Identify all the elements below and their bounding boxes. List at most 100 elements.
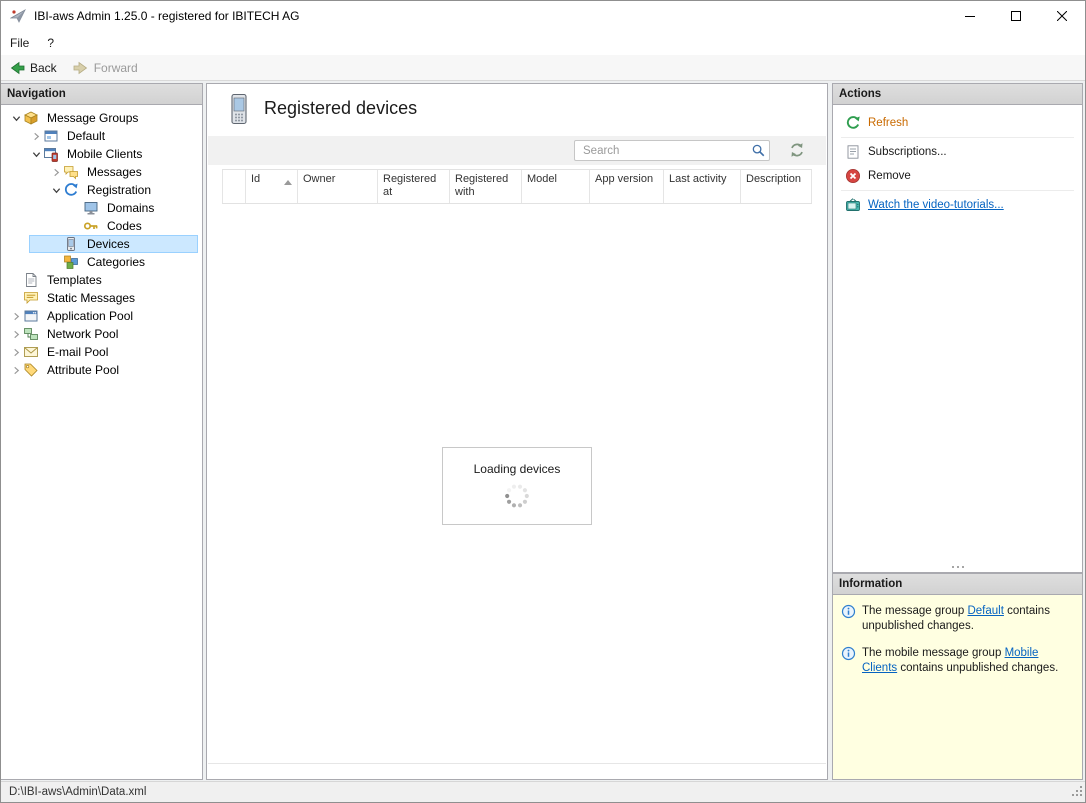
menu-file[interactable]: File	[1, 32, 38, 54]
back-arrow-icon	[10, 61, 25, 74]
default-group-link[interactable]: Default	[967, 605, 1003, 617]
action-remove[interactable]: Remove	[833, 164, 1082, 188]
table-header-owner[interactable]: Owner	[298, 170, 378, 203]
chevron-down-icon[interactable]	[49, 181, 63, 199]
forward-button[interactable]: Forward	[65, 57, 146, 79]
back-label: Back	[30, 60, 57, 75]
tree-item-label: Messages	[87, 165, 142, 179]
maximize-button[interactable]	[993, 1, 1039, 31]
panel-splitter-handle[interactable]	[834, 562, 1081, 571]
page-title: Registered devices	[264, 98, 418, 118]
action-refresh[interactable]: Refresh	[833, 111, 1082, 135]
sort-ascending-icon	[284, 176, 292, 189]
resize-grip-icon[interactable]	[1070, 784, 1083, 800]
loading-text: Loading devices	[473, 462, 561, 476]
tree-item-email-pool[interactable]: E-mail Pool	[1, 343, 202, 361]
information-panel: Information The message group Default co…	[832, 573, 1083, 780]
forward-arrow-icon	[73, 61, 87, 74]
navigation-toolbar: Back Forward	[1, 55, 1085, 81]
search-input[interactable]	[574, 140, 770, 161]
tree-item-devices[interactable]: Devices	[1, 235, 202, 253]
action-video-tutorials[interactable]: Watch the video-tutorials...	[833, 193, 1082, 217]
templates-icon	[23, 272, 39, 288]
tree-item-label: Network Pool	[47, 327, 119, 341]
static-messages-icon	[23, 290, 39, 306]
info-note: The mobile message group Mobile Clients …	[833, 637, 1082, 679]
info-icon	[841, 646, 856, 661]
app-icon	[9, 8, 26, 24]
action-label: Remove	[868, 170, 911, 182]
tree-item-label: Attribute Pool	[47, 363, 120, 377]
loading-spinner-icon	[505, 484, 529, 508]
information-header: Information	[833, 574, 1082, 595]
table-bottom-edge	[208, 763, 826, 764]
email-pool-icon	[23, 344, 39, 360]
tree-item-label: Templates	[47, 273, 102, 287]
subscriptions-icon	[845, 144, 861, 160]
navigation-panel: Navigation Message Groups Default Mobile…	[1, 83, 203, 780]
chevron-down-icon[interactable]	[9, 109, 23, 127]
action-subscriptions[interactable]: Subscriptions...	[833, 140, 1082, 164]
tree-item-templates[interactable]: Templates	[1, 271, 202, 289]
tree-item-label: Domains	[107, 201, 155, 215]
tree-item-mobile-clients[interactable]: Mobile Clients	[1, 145, 202, 163]
search-box	[574, 140, 770, 161]
back-button[interactable]: Back	[1, 57, 65, 79]
tree-item-messages[interactable]: Messages	[1, 163, 202, 181]
categories-icon	[63, 254, 79, 270]
tree-item-domains[interactable]: Domains	[1, 199, 202, 217]
tree-item-label: Categories	[87, 255, 146, 269]
tree-item-static-messages[interactable]: Static Messages	[1, 289, 202, 307]
table-header-last-activity[interactable]: Last activity	[664, 170, 741, 203]
forward-label: Forward	[93, 60, 138, 75]
tree-item-label: Application Pool	[47, 309, 134, 323]
tree-item-label: Mobile Clients	[67, 147, 143, 161]
table-header-registered-with[interactable]: Registered with	[450, 170, 522, 203]
table-header-description[interactable]: Description	[741, 170, 812, 203]
menu-bar: File ?	[1, 31, 1085, 55]
network-pool-icon	[23, 326, 39, 342]
domains-icon	[83, 200, 99, 216]
divider	[841, 137, 1074, 138]
group-icon	[43, 128, 59, 144]
main-header: Registered devices	[207, 84, 827, 136]
table-header-id[interactable]: Id	[246, 170, 298, 203]
navigation-header: Navigation	[1, 84, 202, 105]
minimize-button[interactable]	[947, 1, 993, 31]
message-groups-icon	[23, 110, 39, 126]
chevron-down-icon[interactable]	[29, 145, 43, 163]
tree-item-default[interactable]: Default	[1, 127, 202, 145]
tree-item-codes[interactable]: Codes	[1, 217, 202, 235]
tv-icon	[845, 197, 861, 213]
tree-item-label: Static Messages	[47, 291, 136, 305]
chevron-right-icon[interactable]	[29, 127, 43, 145]
action-label: Refresh	[868, 117, 909, 129]
info-note-text: The mobile message group Mobile Clients …	[862, 647, 1059, 674]
device-icon	[227, 93, 251, 130]
tree-item-application-pool[interactable]: Application Pool	[1, 307, 202, 325]
table-header-model[interactable]: Model	[522, 170, 590, 203]
chevron-right-icon[interactable]	[9, 325, 23, 343]
device-icon	[63, 236, 79, 252]
table-header-app-version[interactable]: App version	[590, 170, 664, 203]
chevron-right-icon[interactable]	[9, 307, 23, 325]
menu-help[interactable]: ?	[38, 32, 63, 54]
tree-item-categories[interactable]: Categories	[1, 253, 202, 271]
tree-item-label: E-mail Pool	[47, 345, 109, 359]
table-header-gutter	[222, 170, 246, 203]
chevron-right-icon[interactable]	[49, 163, 63, 181]
close-button[interactable]	[1039, 1, 1085, 31]
chevron-right-icon[interactable]	[9, 343, 23, 361]
actions-header: Actions	[833, 84, 1082, 105]
remove-icon	[845, 168, 861, 184]
tree-item-attribute-pool[interactable]: Attribute Pool	[1, 361, 202, 379]
tree-item-message-groups[interactable]: Message Groups	[1, 109, 202, 127]
table-header-registered-at[interactable]: Registered at	[378, 170, 450, 203]
sync-icon[interactable]	[788, 141, 806, 159]
tree-item-registration[interactable]: Registration	[1, 181, 202, 199]
search-icon[interactable]	[751, 143, 766, 158]
loading-panel: Loading devices	[442, 447, 592, 525]
application-pool-icon	[23, 308, 39, 324]
tree-item-network-pool[interactable]: Network Pool	[1, 325, 202, 343]
chevron-right-icon[interactable]	[9, 361, 23, 379]
